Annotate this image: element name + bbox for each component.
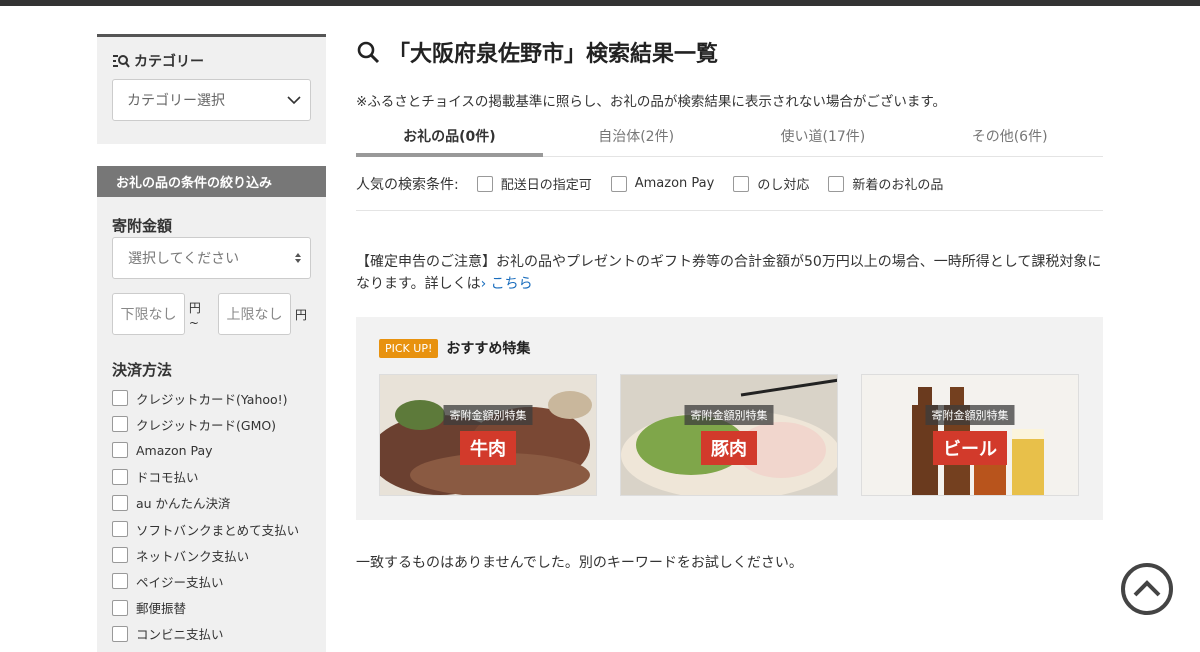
pickup-header: PICK UP! おすすめ特集 [379,337,1080,359]
popular-option[interactable]: のし対応 [733,174,809,193]
tab-municipalities[interactable]: 自治体(2件) [543,126,730,157]
feature-name: 豚肉 [701,431,757,465]
popular-label: 人気の検索条件: [356,176,459,193]
payment-option[interactable]: コンビニ支払い [112,621,311,647]
payment-option[interactable]: クレジットカード(GMO) [112,411,311,437]
tax-notice: 【確定申告のご注意】お礼の品やプレゼントのギフト券等の合計金額が50万円以上の場… [356,251,1103,295]
category-box: カテゴリー カテゴリー選択 [97,34,326,144]
page-title: 「大阪府泉佐野市」検索結果一覧 [356,34,1103,70]
tab-uses[interactable]: 使い道(17件) [730,126,917,157]
payment-label: Amazon Pay [136,442,213,458]
main-content: 「大阪府泉佐野市」検索結果一覧 ※ふるさとチョイスの掲載基準に照らし、お礼の品が… [356,34,1103,572]
feature-chip: 寄附金額別特集 [684,405,774,425]
feature-name: 牛肉 [460,431,516,465]
amount-select-value: 選択してください [128,251,240,267]
checkbox[interactable] [733,175,750,192]
payment-label: コンビニ支払い [136,627,224,643]
checkbox[interactable] [112,390,128,407]
page-title-text: 「大阪府泉佐野市」検索結果一覧 [388,42,719,67]
top-bar [0,0,1200,6]
max-unit: 円 [294,307,307,322]
checkbox[interactable] [112,468,128,485]
checkbox[interactable] [112,416,128,433]
checkbox[interactable] [476,175,493,192]
popular-option[interactable]: 新着のお礼の品 [828,174,943,193]
filter-header: お礼の品の条件の絞り込み [97,166,326,197]
max-amount-input[interactable]: 上限なし [218,293,291,335]
checkbox[interactable] [610,175,627,192]
payment-label: ドコモ払い [136,470,199,486]
checkbox[interactable] [112,625,128,642]
checkbox[interactable] [828,175,845,192]
payment-label: au かんたん決済 [136,496,231,512]
popular-option-label: 配送日の指定可 [500,178,592,193]
checkbox[interactable] [112,547,128,564]
payment-option[interactable]: 郵便振替 [112,595,311,621]
updown-arrow-icon [295,253,301,263]
popular-conditions: 人気の検索条件: 配送日の指定可 Amazon Pay のし対応 新着のお礼の品 [356,157,1103,211]
category-select-value: カテゴリー選択 [127,93,225,109]
payment-label: ソフトバンクまとめて支払い [136,522,300,538]
popular-option-label: Amazon Pay [634,176,715,191]
tab-others[interactable]: その他(6件) [916,126,1103,157]
category-select[interactable]: カテゴリー選択 [112,79,311,121]
popular-option[interactable]: Amazon Pay [610,175,715,192]
checkbox[interactable] [112,573,128,590]
category-heading-text: カテゴリー [134,54,204,70]
payment-option[interactable]: クレジットカード(Yahoo!) [112,385,311,411]
payment-option[interactable]: ソフトバンクまとめて支払い [112,516,311,542]
payment-option[interactable]: ペイジー支払い [112,568,311,594]
feature-cards: 寄附金額別特集 牛肉 寄附金額別特集 豚肉 寄附金額別特集 ビール [379,374,1080,496]
checkbox[interactable] [112,599,128,616]
payment-label: クレジットカード(GMO) [136,417,277,433]
chevron-up-icon [1133,580,1161,597]
feature-card-beef[interactable]: 寄附金額別特集 牛肉 [379,374,597,496]
search-icon [357,41,380,64]
amount-select[interactable]: 選択してください [112,237,311,279]
tab-gifts[interactable]: お礼の品(0件) [356,126,543,157]
payment-label: 郵便振替 [136,601,187,617]
popular-option-label: 新着のお礼の品 [852,178,944,193]
payment-label: クレジットカード(Yahoo!) [136,391,288,407]
payment-list: クレジットカード(Yahoo!) クレジットカード(GMO) Amazon Pa… [112,385,311,647]
result-tabs: お礼の品(0件) 自治体(2件) 使い道(17件) その他(6件) [356,126,1103,157]
payment-title: 決済方法 [112,361,173,379]
payment-option[interactable]: au かんたん決済 [112,490,311,516]
details-link[interactable]: › こちら [481,276,533,292]
payment-option[interactable]: Amazon Pay [112,437,311,463]
category-heading: カテゴリー [112,51,311,71]
amount-range: 下限なし 円 ~ 上限なし 円 [112,293,311,335]
scroll-to-top-button[interactable] [1121,563,1173,615]
payment-label: ネットバンク支払い [136,548,250,564]
filter-panel: 寄附金額 選択してください 下限なし 円 ~ 上限なし 円 決済方法 クレジット… [97,197,326,652]
category-search-icon [113,55,130,68]
payment-option[interactable]: ドコモ払い [112,464,311,490]
checkbox[interactable] [112,494,128,511]
pickup-title: おすすめ特集 [446,341,531,357]
payment-label: ペイジー支払い [136,574,224,590]
popular-option-label: のし対応 [757,178,810,193]
payment-option[interactable]: ネットバンク支払い [112,542,311,568]
chevron-down-icon [287,96,301,105]
pickup-badge: PICK UP! [379,338,439,358]
feature-chip: 寄附金額別特集 [443,405,533,425]
feature-name: ビール [933,431,1007,465]
checkbox[interactable] [112,521,128,538]
no-result-message: 一致するものはありませんでした。別のキーワードをお試しください。 [356,555,803,571]
popular-option[interactable]: 配送日の指定可 [476,174,592,193]
checkbox[interactable] [112,442,128,459]
tax-notice-text: 【確定申告のご注意】お礼の品やプレゼントのギフト券等の合計金額が50万円以上の場… [356,254,1102,292]
pickup-section: PICK UP! おすすめ特集 寄附金額別特集 牛肉 寄附金額別特集 豚肉 寄附… [356,317,1103,520]
feature-card-pork[interactable]: 寄附金額別特集 豚肉 [620,374,838,496]
feature-chip: 寄附金額別特集 [925,405,1015,425]
min-amount-input[interactable]: 下限なし [112,293,185,335]
min-unit: 円 ~ [188,300,201,330]
amount-label: 寄附金額 [112,217,173,235]
sidebar: カテゴリー カテゴリー選択 お礼の品の条件の絞り込み 寄附金額 選択してください… [97,34,326,652]
listing-notice: ※ふるさとチョイスの掲載基準に照らし、お礼の品が検索結果に表示されない場合がござ… [356,94,947,110]
feature-card-beer[interactable]: 寄附金額別特集 ビール [861,374,1079,496]
